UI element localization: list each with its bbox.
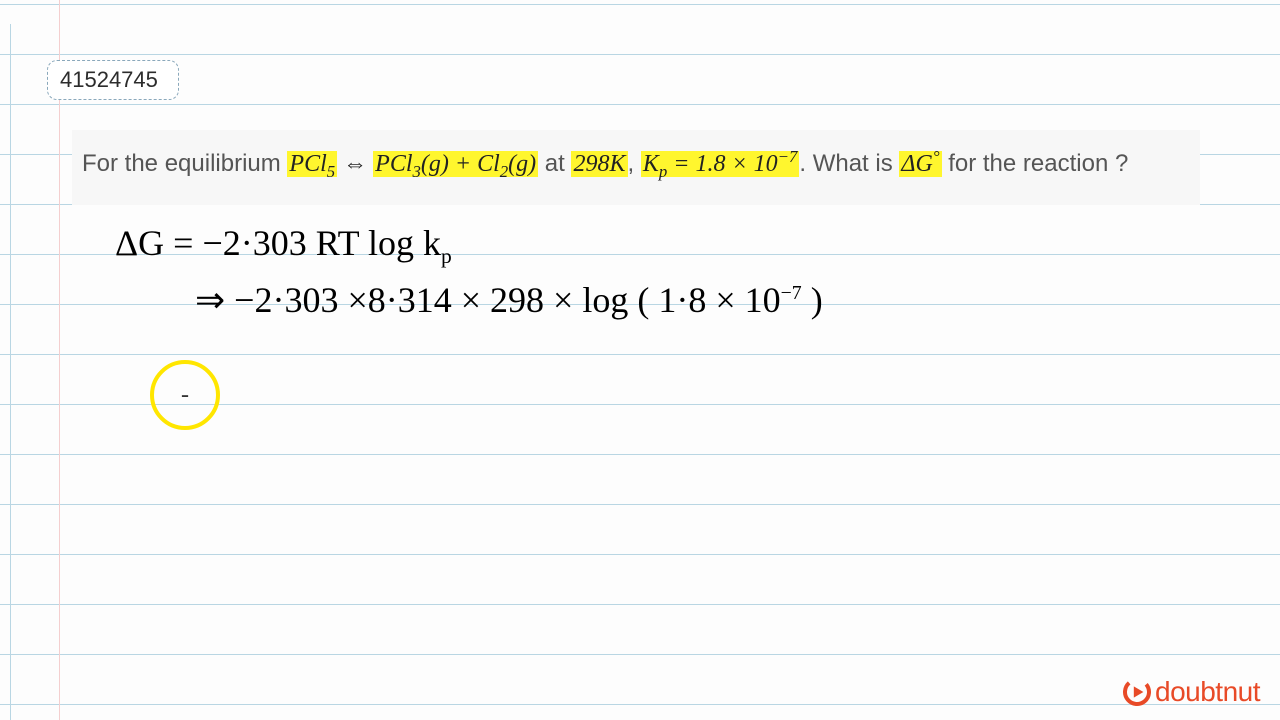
hw-dg: ΔG [115,223,164,263]
q-at: at [538,150,571,177]
doubtnut-icon [1121,676,1153,708]
handwriting-line-1: ΔG = −2·303 RT log kp [115,225,452,268]
hw-exp: −7 [781,282,802,304]
hw-eq: = −2·303 RT [164,223,368,263]
hw-log2: log [582,280,628,320]
circle-content: - [181,382,189,409]
yellow-circle-annotation: - [150,360,220,430]
hw-implies: ⇒ −2·303 ×8·314 × 298 × [195,280,582,320]
q-temp: 298K [571,151,627,177]
kp-exp: −7 [778,147,798,166]
kp-symbol: K [643,151,659,177]
q-arrow: ⇔ [337,151,373,177]
hw-log1: log [368,223,414,263]
eq-sub3: 3 [413,162,421,181]
q-whatis: . What is [799,150,899,177]
eq-sub2: 2 [500,162,508,181]
q-pre1: For the equilibrium [82,150,287,177]
hw-paren-close: ) [802,280,823,320]
dg-symbol: ΔG [901,151,932,177]
brand-name: doubtnut [1155,676,1260,708]
eq-subscript: 5 [327,162,335,181]
eq-plus-cl: (g) + Cl [421,151,500,177]
q-dg: ΔG° [899,151,941,177]
kp-value: = 1.8 × 10 [667,151,777,177]
hw-kp: k [414,223,441,263]
q-comma: , [628,150,641,177]
left-vertical-rule [10,24,11,720]
hw-kp-sub: p [441,244,452,268]
question-text: For the equilibrium PCl5 ⇔ PCl3(g) + Cl2… [72,130,1200,205]
eq-pcl3: PCl [375,151,412,177]
brand-logo: doubtnut [1121,676,1260,708]
dg-degree: ° [933,147,940,166]
q-eq-pcl5: PCl5 [287,151,337,177]
eq-species: PCl [289,151,326,177]
q-kp: Kp = 1.8 × 10−7 [641,151,800,177]
hw-paren-open: ( 1·8 × 10 [628,280,780,320]
q-eq-products: PCl3(g) + Cl2(g) [373,151,538,177]
question-id: 41524745 [60,67,158,92]
question-id-box: 41524745 [47,60,179,100]
q-tail: for the reaction ? [942,150,1129,177]
eq-g2: (g) [508,151,536,177]
kp-sub: p [659,162,667,181]
handwriting-line-2: ⇒ −2·303 ×8·314 × 298 × log ( 1·8 × 10−7… [195,282,823,318]
